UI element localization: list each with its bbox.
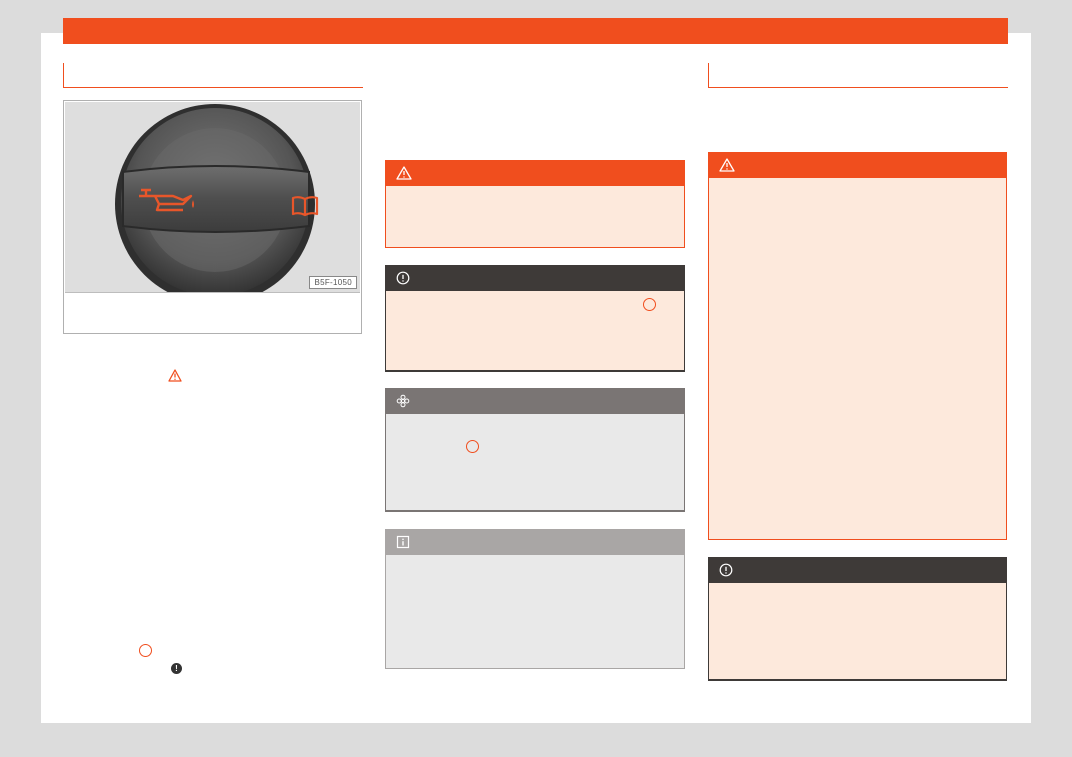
warning-triangle-icon bbox=[719, 158, 735, 172]
info-box-header bbox=[386, 530, 684, 555]
figure-code-label: B5F-1050 bbox=[309, 276, 357, 289]
oil-filler-cap-photo: B5F-1050 bbox=[65, 102, 360, 293]
reference-circle-marker bbox=[466, 440, 479, 453]
reference-circle-marker bbox=[643, 298, 656, 311]
warning-box bbox=[385, 160, 685, 248]
caution-exclamation-icon: ! bbox=[171, 663, 182, 674]
environment-box bbox=[385, 388, 685, 512]
chapter-header-bar bbox=[63, 18, 1008, 44]
caution-box-header bbox=[709, 558, 1006, 583]
environment-box-header bbox=[386, 389, 684, 414]
warning-box-header bbox=[386, 161, 684, 186]
warning-box bbox=[708, 152, 1007, 540]
caution-box-header bbox=[386, 266, 684, 291]
warning-triangle-icon bbox=[168, 369, 182, 382]
oil-filler-cap-figure: B5F-1050 bbox=[63, 100, 362, 334]
exclamation-icon bbox=[396, 271, 410, 285]
manual-book-icon bbox=[291, 196, 319, 217]
reference-circle-marker bbox=[139, 644, 152, 657]
exclamation-icon bbox=[719, 563, 733, 577]
warning-triangle-icon bbox=[396, 166, 412, 180]
figure-caption bbox=[65, 293, 360, 333]
oil-can-icon bbox=[139, 188, 194, 212]
info-icon bbox=[396, 535, 410, 549]
section-heading-rule-left bbox=[63, 63, 363, 88]
flower-icon bbox=[396, 394, 410, 408]
section-heading-rule-right bbox=[708, 63, 1008, 88]
caution-box bbox=[385, 265, 685, 372]
caution-box bbox=[708, 557, 1007, 681]
info-box bbox=[385, 529, 685, 669]
warning-box-header bbox=[709, 153, 1006, 178]
